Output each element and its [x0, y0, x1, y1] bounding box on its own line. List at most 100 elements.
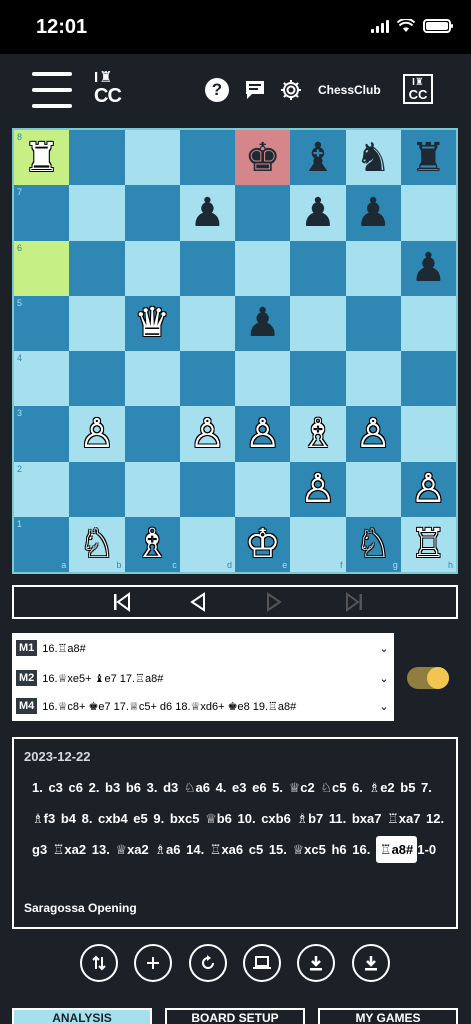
chess-piece[interactable]: ♔ — [245, 524, 281, 564]
chess-piece[interactable]: ♟ — [300, 193, 336, 233]
square-d4[interactable] — [179, 351, 235, 407]
square-h5[interactable] — [400, 295, 456, 351]
tab-board-setup[interactable]: BOARD SETUP — [165, 1008, 305, 1024]
tab-my-games[interactable]: MY GAMES — [318, 1008, 458, 1024]
help-icon[interactable]: ? — [205, 78, 229, 102]
chess-piece[interactable]: ♗ — [134, 524, 170, 564]
gear-icon[interactable] — [279, 78, 303, 102]
chevron-down-icon[interactable]: ⌄ — [378, 672, 390, 685]
square-g5[interactable] — [345, 295, 401, 351]
square-c5[interactable]: ♛ — [124, 295, 180, 351]
square-d7[interactable]: ♟ — [179, 185, 235, 241]
square-f8[interactable]: ♝ — [290, 130, 346, 186]
square-a5[interactable]: 5 — [14, 295, 70, 351]
move-list[interactable]: 1. c3 c6 2. b3 b6 3. d3 ♘a6 4. e3 e6 5. … — [24, 772, 446, 865]
square-e8[interactable]: ♚ — [235, 130, 291, 186]
last-move-icon[interactable] — [342, 591, 366, 613]
chevron-down-icon[interactable]: ⌄ — [378, 642, 390, 655]
square-e6[interactable] — [235, 240, 291, 296]
square-g6[interactable] — [345, 240, 401, 296]
square-a2[interactable]: 2 — [14, 461, 70, 517]
chess-board[interactable]: 8 ♜ ♚ ♝ ♞ ♜ 7 ♟ ♟ ♟ 6 ♟ 5 ♛ ♟ 4 3 ♙ ♙ ♙ ♗ ♙ 2 ♙ ♙ 1 a b ♘ c ♗ d e ♔ f g ♘ h ♖ — [12, 128, 458, 574]
chess-piece[interactable]: ♜ — [24, 138, 60, 178]
chess-piece[interactable]: ♘ — [79, 524, 115, 564]
square-h3[interactable] — [400, 406, 456, 462]
tab-analysis[interactable]: ANALYSIS — [12, 1008, 152, 1024]
square-g2[interactable] — [345, 461, 401, 517]
mate-line-row[interactable]: M4 16.♕c8+ ♚e7 17.♕c5+ d6 18.♕xd6+ ♚e8 1… — [16, 696, 390, 716]
square-b8[interactable] — [69, 130, 125, 186]
square-c6[interactable] — [124, 240, 180, 296]
square-g8[interactable]: ♞ — [345, 130, 401, 186]
chess-piece[interactable]: ♙ — [245, 414, 281, 454]
chess-piece[interactable]: ♚ — [245, 138, 281, 178]
app-logo[interactable]: I♜ CC — [94, 70, 134, 110]
square-e1[interactable]: e ♔ — [235, 516, 291, 572]
square-f5[interactable] — [290, 295, 346, 351]
square-b3[interactable]: ♙ — [69, 406, 125, 462]
chess-piece[interactable]: ♛ — [134, 303, 170, 343]
chat-icon[interactable] — [243, 78, 267, 102]
chess-piece[interactable]: ♙ — [355, 414, 391, 454]
hamburger-menu-icon[interactable] — [32, 72, 72, 108]
download-icon[interactable] — [297, 944, 335, 982]
square-e7[interactable] — [235, 185, 291, 241]
square-f4[interactable] — [290, 351, 346, 407]
square-c4[interactable] — [124, 351, 180, 407]
chess-piece[interactable]: ♟ — [410, 248, 446, 288]
chess-piece[interactable]: ♞ — [355, 138, 391, 178]
square-g4[interactable] — [345, 351, 401, 407]
laptop-icon[interactable] — [243, 944, 281, 982]
mate-line-row[interactable]: M1 16.♖a8# ⌄ — [16, 638, 390, 658]
square-d8[interactable] — [179, 130, 235, 186]
square-d6[interactable] — [179, 240, 235, 296]
square-h2[interactable]: ♙ — [400, 461, 456, 517]
square-e5[interactable]: ♟ — [235, 295, 291, 351]
square-a6[interactable]: 6 — [14, 240, 70, 296]
square-c3[interactable] — [124, 406, 180, 462]
chess-piece[interactable]: ♙ — [79, 414, 115, 454]
flip-board-icon[interactable] — [80, 944, 118, 982]
download-icon[interactable] — [352, 944, 390, 982]
chess-piece[interactable]: ♙ — [300, 469, 336, 509]
square-d3[interactable]: ♙ — [179, 406, 235, 462]
square-d1[interactable]: d — [179, 516, 235, 572]
square-c2[interactable] — [124, 461, 180, 517]
square-c7[interactable] — [124, 185, 180, 241]
square-e2[interactable] — [235, 461, 291, 517]
square-g3[interactable]: ♙ — [345, 406, 401, 462]
square-b1[interactable]: b ♘ — [69, 516, 125, 572]
plus-icon[interactable] — [134, 944, 172, 982]
square-c8[interactable] — [124, 130, 180, 186]
engine-toggle[interactable] — [407, 667, 449, 689]
chess-piece[interactable]: ♟ — [189, 193, 225, 233]
next-move-icon[interactable] — [262, 591, 286, 613]
club-logo[interactable]: I♜ CC — [403, 74, 433, 104]
square-e3[interactable]: ♙ — [235, 406, 291, 462]
refresh-icon[interactable] — [189, 944, 227, 982]
square-e4[interactable] — [235, 351, 291, 407]
square-a4[interactable]: 4 — [14, 351, 70, 407]
square-d5[interactable] — [179, 295, 235, 351]
square-c1[interactable]: c ♗ — [124, 516, 180, 572]
square-f1[interactable]: f — [290, 516, 346, 572]
square-a7[interactable]: 7 — [14, 185, 70, 241]
square-f7[interactable]: ♟ — [290, 185, 346, 241]
square-h7[interactable] — [400, 185, 456, 241]
square-g1[interactable]: g ♘ — [345, 516, 401, 572]
chess-piece[interactable]: ♜ — [410, 138, 446, 178]
current-move[interactable]: ♖a8# — [375, 836, 418, 863]
square-h4[interactable] — [400, 351, 456, 407]
previous-move-icon[interactable] — [186, 591, 210, 613]
square-b6[interactable] — [69, 240, 125, 296]
square-d2[interactable] — [179, 461, 235, 517]
chess-piece[interactable]: ♘ — [355, 524, 391, 564]
square-a1[interactable]: 1a — [14, 516, 70, 572]
square-b7[interactable] — [69, 185, 125, 241]
chess-piece[interactable]: ♖ — [410, 524, 446, 564]
chess-piece[interactable]: ♝ — [300, 138, 336, 178]
chess-piece[interactable]: ♟ — [355, 193, 391, 233]
chess-piece[interactable]: ♟ — [245, 303, 281, 343]
square-b2[interactable] — [69, 461, 125, 517]
square-g7[interactable]: ♟ — [345, 185, 401, 241]
